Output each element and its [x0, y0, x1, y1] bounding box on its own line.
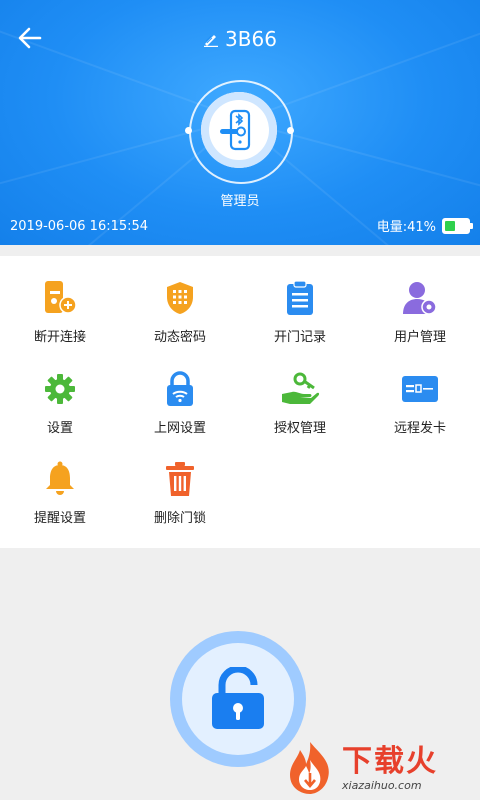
menu-label: 授权管理 — [273, 421, 326, 436]
header: 3B66 管理员 2019-06-06 16:15:54 电量:41% — [0, 0, 480, 245]
battery-status: 电量:41% — [376, 216, 473, 235]
menu-label: 上网设置 — [153, 421, 206, 436]
menu-item-disconnect[interactable]: 断开连接 — [0, 256, 120, 346]
menu-label: 用户管理 — [393, 330, 446, 345]
menu-item-settings[interactable]: 设置 — [0, 347, 120, 437]
menu-item-user-management[interactable]: 用户管理 — [360, 256, 480, 346]
watermark-en: xiazaihuo.com — [342, 778, 422, 792]
flame-logo-icon — [290, 742, 329, 794]
menu-item-remote-card[interactable]: 远程发卡 — [360, 347, 480, 437]
menu-label: 删除门锁 — [153, 511, 206, 526]
menu-label: 开门记录 — [273, 330, 326, 345]
ring-dot-right — [287, 127, 294, 134]
menu-item-dynamic-password[interactable]: 动态密码 — [120, 256, 240, 346]
bell-icon — [40, 459, 80, 499]
wifi-lock-icon — [160, 369, 200, 409]
keypad-shield-icon — [160, 278, 200, 318]
unlock-padlock-icon — [212, 667, 264, 729]
unlock-button[interactable] — [182, 643, 294, 755]
title-bar: 3B66 — [0, 24, 480, 54]
battery-label: 电量:41% — [376, 220, 436, 235]
user-role: 管理员 — [220, 194, 260, 209]
card-icon — [400, 369, 440, 409]
clipboard-list-icon — [280, 278, 320, 318]
menu-item-authorization[interactable]: 授权管理 — [240, 347, 360, 437]
menu-item-open-records[interactable]: 开门记录 — [240, 256, 360, 346]
menu-label: 远程发卡 — [393, 421, 446, 436]
watermark: 下载火 xiazaihuo.com — [282, 736, 480, 800]
watermark-cn: 下载火 — [342, 743, 438, 779]
hand-key-icon — [280, 369, 320, 409]
bluetooth-door-lock-icon — [220, 109, 251, 151]
datetime: 2019-06-06 16:15:54 — [10, 219, 149, 234]
battery-icon — [442, 217, 473, 234]
pencil-icon[interactable] — [203, 31, 219, 47]
menu-label: 动态密码 — [153, 330, 206, 345]
function-menu: 断开连接 动态密码 开门记录 用户管理 设置 上网设置 授权管理 远程发卡 提醒… — [0, 256, 480, 548]
device-name[interactable]: 3B66 — [225, 27, 277, 51]
trash-icon — [160, 459, 200, 499]
menu-item-reminder-settings[interactable]: 提醒设置 — [0, 437, 120, 527]
menu-item-delete-lock[interactable]: 删除门锁 — [120, 437, 240, 527]
ring-dot-left — [185, 127, 192, 134]
menu-label: 断开连接 — [33, 330, 86, 345]
menu-item-network-settings[interactable]: 上网设置 — [120, 347, 240, 437]
disconnect-key-icon — [40, 278, 80, 318]
door-lock-avatar — [201, 92, 277, 168]
user-gear-icon — [400, 278, 440, 318]
menu-label: 提醒设置 — [33, 511, 86, 526]
menu-label: 设置 — [46, 421, 73, 436]
gear-icon — [40, 369, 80, 409]
